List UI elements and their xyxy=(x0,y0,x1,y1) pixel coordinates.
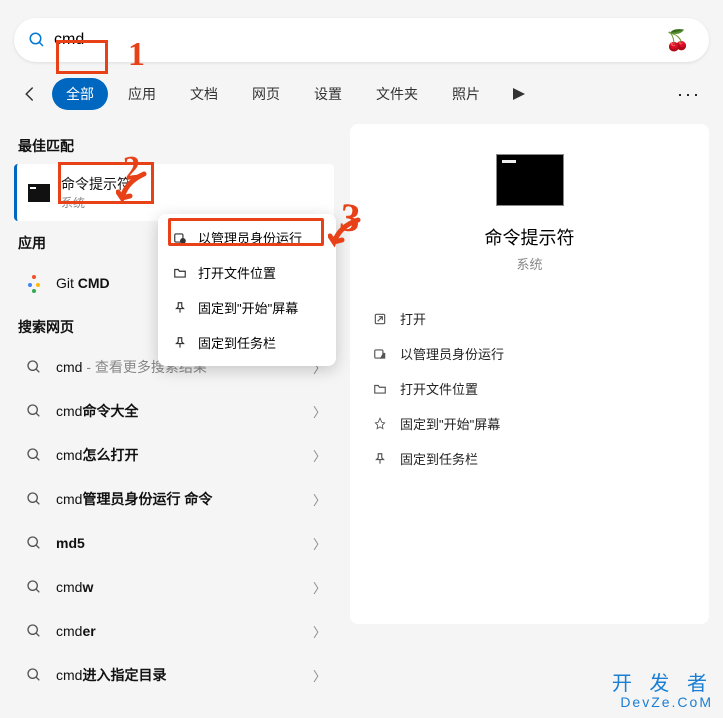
chevron-right-icon: 〉 xyxy=(313,666,326,685)
action-open-location[interactable]: 打开文件位置 xyxy=(366,371,693,406)
tab-documents[interactable]: 文档 xyxy=(176,78,232,110)
search-icon xyxy=(22,663,46,687)
search-input[interactable] xyxy=(54,31,665,49)
tab-apps[interactable]: 应用 xyxy=(114,78,170,110)
shield-icon xyxy=(172,230,188,246)
action-pin-taskbar[interactable]: 固定到任务栏 xyxy=(366,441,693,476)
pin-icon xyxy=(372,451,388,467)
chevron-right-icon: 〉 xyxy=(313,402,326,421)
chevron-right-icon: 〉 xyxy=(313,578,326,597)
preview-subtitle: 系统 xyxy=(366,254,693,273)
web-result[interactable]: cmd管理员身份运行 命令 〉 xyxy=(14,477,334,521)
results-column: 最佳匹配 命令提示符 系统 应用 Git CMD 搜索网页 cmd - 查看更多… xyxy=(14,124,334,697)
preview-title: 命令提示符 xyxy=(366,224,693,250)
search-bar: 🍒 xyxy=(14,18,709,62)
back-button[interactable] xyxy=(14,78,46,110)
overflow-menu-button[interactable]: ··· xyxy=(669,84,709,105)
web-result[interactable]: cmder 〉 xyxy=(14,609,334,653)
watermark: 开 发 者 DevZe.CoM xyxy=(612,673,713,710)
folder-icon xyxy=(372,381,388,397)
search-icon xyxy=(22,575,46,599)
search-icon xyxy=(22,355,46,379)
pin-icon xyxy=(172,335,188,351)
folder-icon xyxy=(172,265,188,281)
action-open[interactable]: 打开 xyxy=(366,301,693,336)
web-result[interactable]: cmd进入指定目录 〉 xyxy=(14,653,334,697)
chevron-right-icon: 〉 xyxy=(313,534,326,553)
web-result[interactable]: cmdw 〉 xyxy=(14,565,334,609)
best-match-title: 命令提示符 xyxy=(61,174,326,194)
filter-toolbar: 全部 应用 文档 网页 设置 文件夹 照片 ··· xyxy=(0,72,723,116)
chevron-right-icon: 〉 xyxy=(313,490,326,509)
search-icon xyxy=(28,31,46,49)
best-match-result[interactable]: 命令提示符 系统 xyxy=(14,164,334,221)
web-result[interactable]: cmd命令大全 〉 xyxy=(14,389,334,433)
open-icon xyxy=(372,311,388,327)
ctx-run-admin[interactable]: 以管理员身份运行 xyxy=(158,220,336,255)
preview-app-icon xyxy=(496,154,564,206)
ctx-pin-taskbar[interactable]: 固定到任务栏 xyxy=(158,325,336,360)
context-menu: 以管理员身份运行 打开文件位置 固定到"开始"屏幕 固定到任务栏 xyxy=(158,214,336,366)
pin-icon xyxy=(372,416,388,432)
tab-photos[interactable]: 照片 xyxy=(438,78,494,110)
tab-all[interactable]: 全部 xyxy=(52,78,108,110)
section-best-match: 最佳匹配 xyxy=(18,136,334,156)
action-run-admin[interactable]: 以管理员身份运行 xyxy=(366,336,693,371)
chevron-right-icon: 〉 xyxy=(313,622,326,641)
more-filters-button[interactable] xyxy=(508,83,530,105)
search-icon xyxy=(22,619,46,643)
preview-panel: 命令提示符 系统 打开 以管理员身份运行 打开文件位置 固定到"开始"屏幕 固定… xyxy=(350,124,709,624)
tab-folders[interactable]: 文件夹 xyxy=(362,78,432,110)
tab-settings[interactable]: 设置 xyxy=(300,78,356,110)
git-icon xyxy=(22,271,46,295)
search-icon xyxy=(22,487,46,511)
cmd-app-icon xyxy=(27,181,51,205)
search-icon xyxy=(22,399,46,423)
shield-icon xyxy=(372,346,388,362)
ctx-pin-start[interactable]: 固定到"开始"屏幕 xyxy=(158,290,336,325)
web-result[interactable]: md5 〉 xyxy=(14,521,334,565)
best-match-subtitle: 系统 xyxy=(61,194,326,211)
search-icon xyxy=(22,443,46,467)
search-icon xyxy=(22,531,46,555)
tab-web[interactable]: 网页 xyxy=(238,78,294,110)
chevron-right-icon: 〉 xyxy=(313,446,326,465)
ctx-open-location[interactable]: 打开文件位置 xyxy=(158,255,336,290)
action-pin-start[interactable]: 固定到"开始"屏幕 xyxy=(366,406,693,441)
web-result[interactable]: cmd怎么打开 〉 xyxy=(14,433,334,477)
pin-icon xyxy=(172,300,188,316)
cherry-decoration-icon: 🍒 xyxy=(665,28,695,52)
